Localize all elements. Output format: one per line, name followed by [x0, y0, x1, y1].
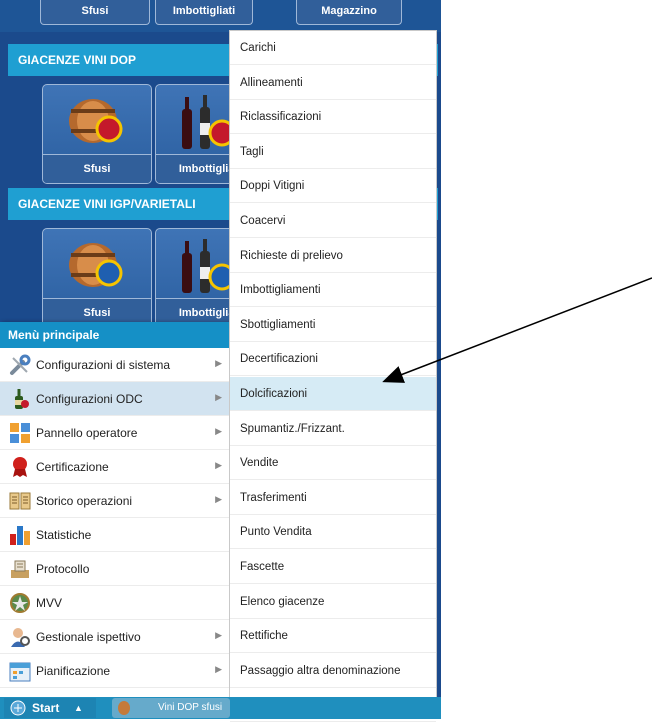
- annotation-arrow-line: [382, 277, 652, 383]
- annotation-arrow: [382, 277, 652, 383]
